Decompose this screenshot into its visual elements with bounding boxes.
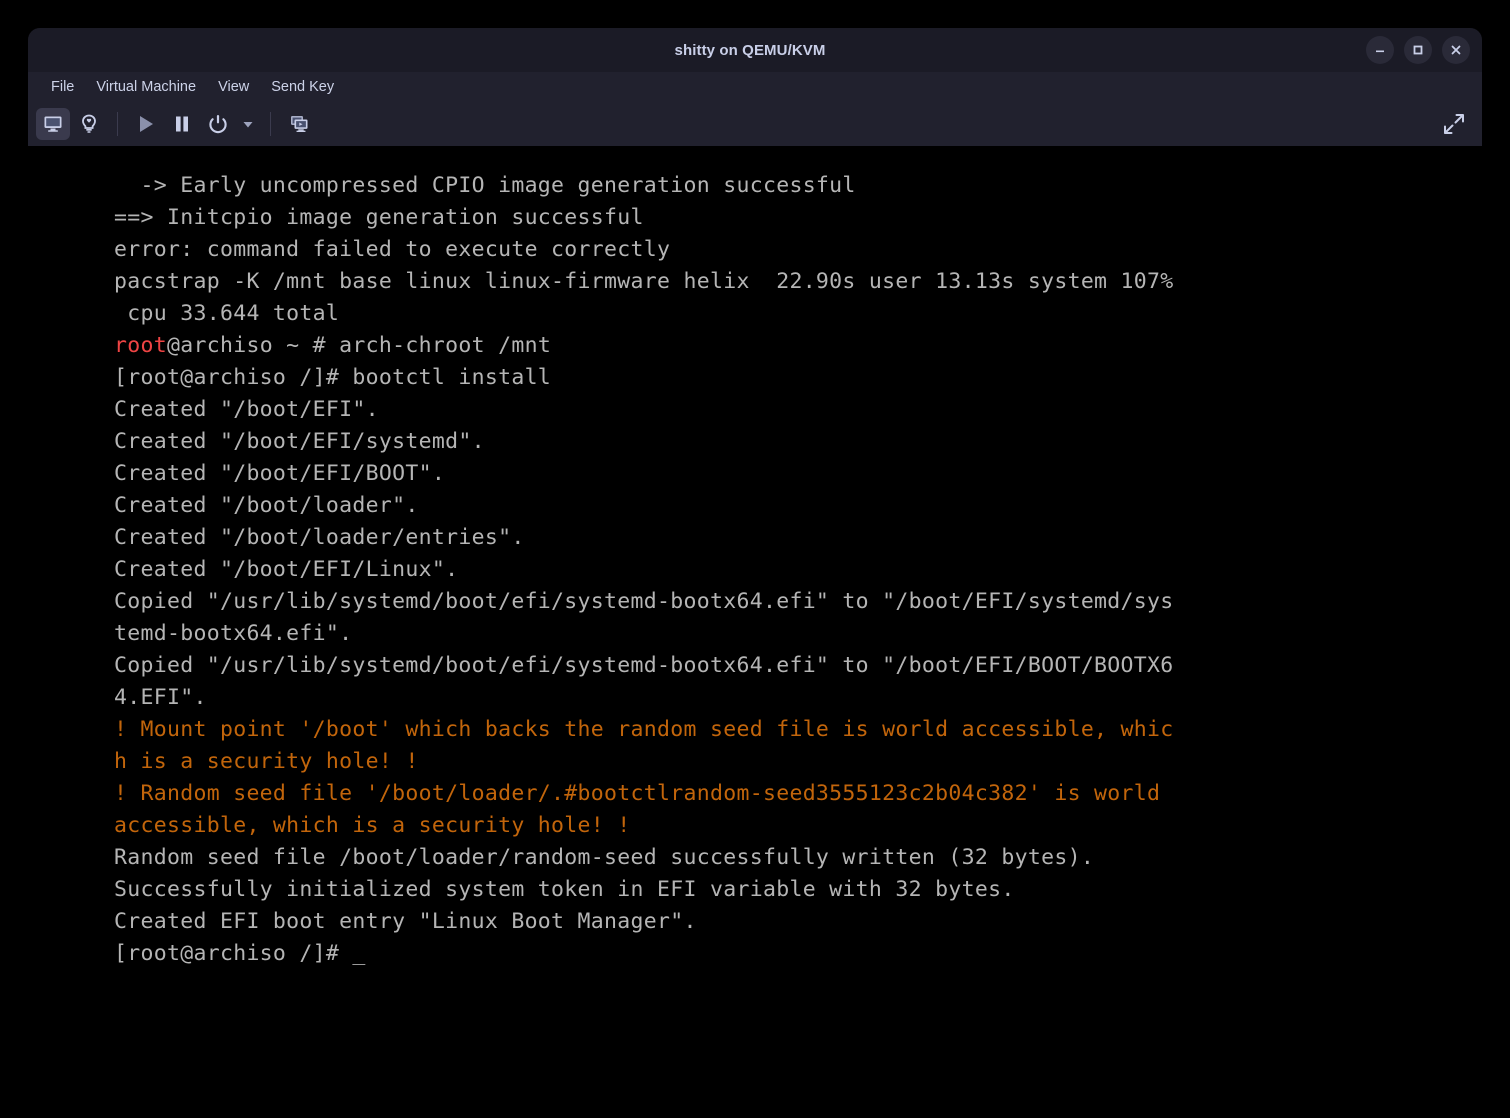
terminal-line: -> Early uncompressed CPIO image generat… [114,173,856,198]
terminal-line: Copied "/usr/lib/systemd/boot/efi/system… [114,589,1174,614]
terminal-line: Created "/boot/loader". [114,493,419,518]
minimize-icon [1376,50,1384,53]
terminal-line: Copied "/usr/lib/systemd/boot/efi/system… [114,653,1174,678]
power-icon [209,115,227,134]
toolbar-separator [270,112,271,136]
terminal-line: 4.EFI". [114,685,207,710]
virtual-machine-window: shitty on QEMU/KVM File Virtual Machine [28,28,1482,1118]
terminal-line: Created "/boot/EFI/systemd". [114,429,485,454]
terminal-line: [root@archiso /]# _ [114,941,366,966]
menu-item-view[interactable]: View [209,76,258,98]
terminal-line: pacstrap -K /mnt base linux linux-firmwa… [114,269,1174,294]
terminal-line: temd-bootx64.efi". [114,621,353,646]
maximize-icon [1413,45,1423,55]
menu-item-file[interactable]: File [42,76,83,98]
monitor-icon [44,116,62,132]
menu-item-send-key[interactable]: Send Key [262,76,343,98]
snapshot-icon [291,116,308,132]
minimize-button[interactable] [1366,36,1394,64]
toolbar-separator [117,112,118,136]
toolbar [28,102,1482,146]
terminal-line: accessible, which is a security hole! ! [114,813,631,838]
terminal-line: h is a security hole! ! [114,749,419,774]
vm-console[interactable]: -> Early uncompressed CPIO image generat… [28,146,1482,1118]
pause-icon [176,116,188,132]
terminal-line: cpu 33.644 total [114,301,340,326]
pause-button[interactable] [165,108,199,140]
window-title: shitty on QEMU/KVM [674,41,826,59]
shutdown-button[interactable] [201,108,235,140]
menu-item-virtual-machine[interactable]: Virtual Machine [87,76,205,98]
show-console-button[interactable] [36,108,70,140]
menu-bar: File Virtual Machine View Send Key [28,72,1482,102]
play-icon [140,116,153,132]
terminal-line: ==> Initcpio image generation successful [114,205,644,230]
terminal-segment: @archiso ~ # arch-chroot /mnt [166,333,552,358]
expand-arrows-icon [1444,114,1464,134]
run-button[interactable] [129,108,163,140]
show-hardware-details-button[interactable] [72,108,106,140]
terminal-segment: root [114,333,167,358]
snapshots-button[interactable] [282,108,316,140]
title-bar: shitty on QEMU/KVM [28,28,1482,72]
terminal-line: Created "/boot/loader/entries". [114,525,525,550]
close-icon [1451,45,1461,55]
terminal-line: error: command failed to execute correct… [114,237,671,262]
terminal-line: [root@archiso /]# bootctl install [114,365,552,390]
close-button[interactable] [1442,36,1470,64]
lightbulb-icon [82,114,96,133]
terminal-line: Random seed file /boot/loader/random-see… [114,845,1095,870]
terminal-line: Created "/boot/EFI/Linux". [114,557,459,582]
terminal-line: Created "/boot/EFI/BOOT". [114,461,446,486]
terminal-line: Successfully initialized system token in… [114,877,1015,902]
terminal-output: -> Early uncompressed CPIO image generat… [28,170,1482,970]
shutdown-options-button[interactable] [237,108,259,140]
terminal-line: ! Random seed file '/boot/loader/.#bootc… [114,781,1161,806]
chevron-down-icon [243,122,253,128]
terminal-line: Created EFI boot entry "Linux Boot Manag… [114,909,697,934]
window-controls [1366,28,1470,72]
maximize-button[interactable] [1404,36,1432,64]
terminal-line: ! Mount point '/boot' which backs the ra… [114,717,1174,742]
fullscreen-button[interactable] [1438,108,1470,140]
terminal-line: Created "/boot/EFI". [114,397,379,422]
terminal-line: root@archiso ~ # arch-chroot /mnt [114,330,1482,362]
